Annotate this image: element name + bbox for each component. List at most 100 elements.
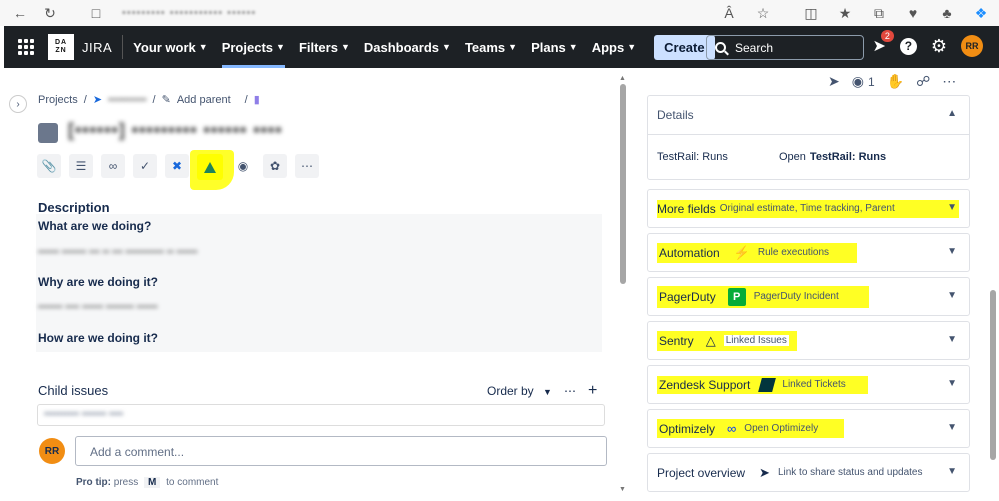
extensions-icon[interactable]: ♣ <box>937 3 957 23</box>
panel-header[interactable]: Sentry △ Linked Issues ▼ <box>648 322 969 359</box>
description-label: Description <box>38 200 110 215</box>
more-icon[interactable]: ⋯ <box>295 154 319 178</box>
issue-type-icon[interactable] <box>38 123 58 143</box>
panel-subtitle: Linked Issues <box>723 335 789 346</box>
lock-icon: □ <box>91 5 101 21</box>
panel-pagerduty[interactable]: PagerDuty P PagerDuty Incident ▼ <box>647 277 970 316</box>
panel-optimizely[interactable]: Optimizely ∞ Open Optimizely ▼ <box>647 409 970 448</box>
panel-header[interactable]: Zendesk Support Linked Tickets ▼ <box>648 366 969 403</box>
help-button[interactable]: ? <box>899 37 917 55</box>
breadcrumb-separator: / <box>83 93 87 106</box>
add-parent-link[interactable]: Add parent <box>177 94 231 106</box>
app-switcher-icon[interactable] <box>18 39 34 55</box>
nav-teams[interactable]: Teams ▼ <box>465 26 517 68</box>
feedback-icon[interactable]: ➤ <box>828 73 840 90</box>
panel-title: Project overview <box>657 465 746 480</box>
performance-icon[interactable]: ♥ <box>903 3 923 23</box>
nav-your-work[interactable]: Your work ▼ <box>133 26 208 68</box>
link-icon[interactable]: ∞ <box>101 154 125 178</box>
nav-dashboards[interactable]: Dashboards ▼ <box>364 26 451 68</box>
table-row[interactable]: •••••••••• ••••••• •••• <box>37 404 605 426</box>
details-header[interactable]: Details ▲ <box>648 96 969 135</box>
more-icon[interactable]: ⋯ <box>942 73 956 90</box>
attach-icon[interactable]: 📎 <box>37 154 61 178</box>
issue-toolbar: 📎 ☰ ∞ ✓ ✖ ◉ ✿ ⋯ <box>37 154 319 180</box>
avatar[interactable]: RR <box>961 35 983 57</box>
child-issue-icon[interactable]: ☰ <box>69 154 93 178</box>
browser-toolbar: ← ↻ □ ••••••••• ••••••••••• •••••• Â ☆ … <box>0 0 999 26</box>
scrollbar[interactable] <box>990 290 996 460</box>
scroll-down-icon[interactable]: ▼ <box>619 486 626 493</box>
favorites-icon[interactable]: ★ <box>835 3 855 23</box>
breadcrumb-project[interactable]: •••••••••• <box>108 94 147 106</box>
breadcrumb: Projects / ➤ •••••••••• / ✎ Add parent /… <box>38 93 260 107</box>
collections-icon[interactable]: ⧉ <box>869 3 889 23</box>
chevron-down-icon: ▼ <box>947 290 957 301</box>
add-icon[interactable]: + <box>588 382 597 400</box>
panel-subtitle: Linked Tickets <box>782 379 846 390</box>
search-input[interactable]: Search <box>706 35 864 60</box>
child-issues-label: Child issues <box>38 383 109 398</box>
chevron-down-icon: ▼ <box>442 42 451 52</box>
testrail-link[interactable]: TestRail: Runs <box>810 151 886 163</box>
panel-project-overview[interactable]: Project overview ➤ Link to share status … <box>647 453 970 492</box>
scrollbar-thumb[interactable] <box>620 84 626 284</box>
product-name: JIRA <box>82 39 113 55</box>
refresh-icon[interactable]: ↻ <box>40 3 60 23</box>
issue-title[interactable]: [••••••] ••••••••• •••••• •••• <box>68 120 283 141</box>
panel-title: Sentry <box>659 333 694 348</box>
nav-filters[interactable]: Filters ▼ <box>299 26 350 68</box>
watch-count: 1 <box>867 74 875 89</box>
breadcrumb-projects[interactable]: Projects <box>38 94 78 106</box>
panel-header[interactable]: More fields Original estimate, Time trac… <box>648 190 969 227</box>
broom-icon[interactable]: ✓ <box>133 154 157 178</box>
blossom-icon[interactable]: ✿ <box>263 154 287 178</box>
panel-header[interactable]: PagerDuty P PagerDuty Incident ▼ <box>648 278 969 315</box>
vote-icon[interactable]: ✋ <box>887 73 904 90</box>
more-icon[interactable]: ⋯ <box>564 384 576 398</box>
order-by-button[interactable]: Order by ▼ <box>487 384 552 398</box>
comment-input[interactable]: Add a comment... <box>75 436 607 466</box>
panel-subtitle: PagerDuty Incident <box>753 291 839 302</box>
testrail-field: TestRail: Runs Open TestRail: Runs <box>648 135 969 179</box>
nav-right-actions: ➤ 2 ? ⚙ RR <box>872 30 983 57</box>
scrollbar[interactable] <box>620 74 626 494</box>
gear-icon[interactable]: ⚙ <box>931 36 947 57</box>
highlight-mark: PagerDuty P PagerDuty Incident <box>657 285 869 308</box>
nav-plans[interactable]: Plans ▼ <box>531 26 578 68</box>
panel-more-fields[interactable]: More fields Original estimate, Time trac… <box>647 189 970 228</box>
protip-key: M <box>144 477 161 488</box>
back-icon[interactable]: ← <box>10 3 30 23</box>
star-icon[interactable]: ☆ <box>753 3 773 23</box>
notifications-button[interactable]: ➤ 2 <box>872 30 894 56</box>
target-icon[interactable]: ◉ <box>231 154 255 178</box>
panel-automation[interactable]: Automation ⚡ Rule executions ▼ <box>647 233 970 272</box>
description-heading: Why are we doing it? <box>38 275 159 289</box>
split-icon[interactable]: ◫ <box>801 3 821 23</box>
panel-subtitle: Open Optimizely <box>744 423 819 434</box>
copilot-icon[interactable]: ❖ <box>971 3 991 23</box>
read-aloud-icon[interactable]: Â <box>719 3 739 23</box>
panel-header[interactable]: Optimizely ∞ Open Optimizely ▼ <box>648 410 969 447</box>
panel-header[interactable]: Project overview ➤ Link to share status … <box>648 454 969 491</box>
panel-zendesk[interactable]: Zendesk Support Linked Tickets ▼ <box>647 365 970 404</box>
watch-icon[interactable]: ◉ <box>852 73 864 90</box>
confluence-icon[interactable]: ✖ <box>165 154 189 178</box>
child-issues-actions: Order by ▼ ⋯ + <box>487 382 597 400</box>
protip-label: Pro tip: <box>76 477 111 488</box>
address-bar[interactable]: ••••••••• ••••••••••• •••••• <box>122 7 256 19</box>
panel-sentry[interactable]: Sentry △ Linked Issues ▼ <box>647 321 970 360</box>
panel-header[interactable]: Automation ⚡ Rule executions ▼ <box>648 234 969 271</box>
zendesk-icon <box>758 377 777 392</box>
nav-label: Your work <box>133 39 196 55</box>
expand-sidebar-button[interactable]: › <box>9 95 27 113</box>
order-by-label: Order by <box>487 384 534 398</box>
nav-apps[interactable]: Apps ▼ <box>592 26 636 68</box>
pendo-icon[interactable] <box>197 154 223 180</box>
share-icon[interactable]: ☍ <box>916 73 930 90</box>
chevron-down-icon: ▼ <box>340 42 350 52</box>
sentry-icon: △ <box>705 332 716 348</box>
nav-projects[interactable]: Projects ▼ <box>221 26 286 68</box>
chevron-down-icon: ▼ <box>198 42 208 52</box>
dazn-logo[interactable]: DA ZN <box>48 34 74 60</box>
